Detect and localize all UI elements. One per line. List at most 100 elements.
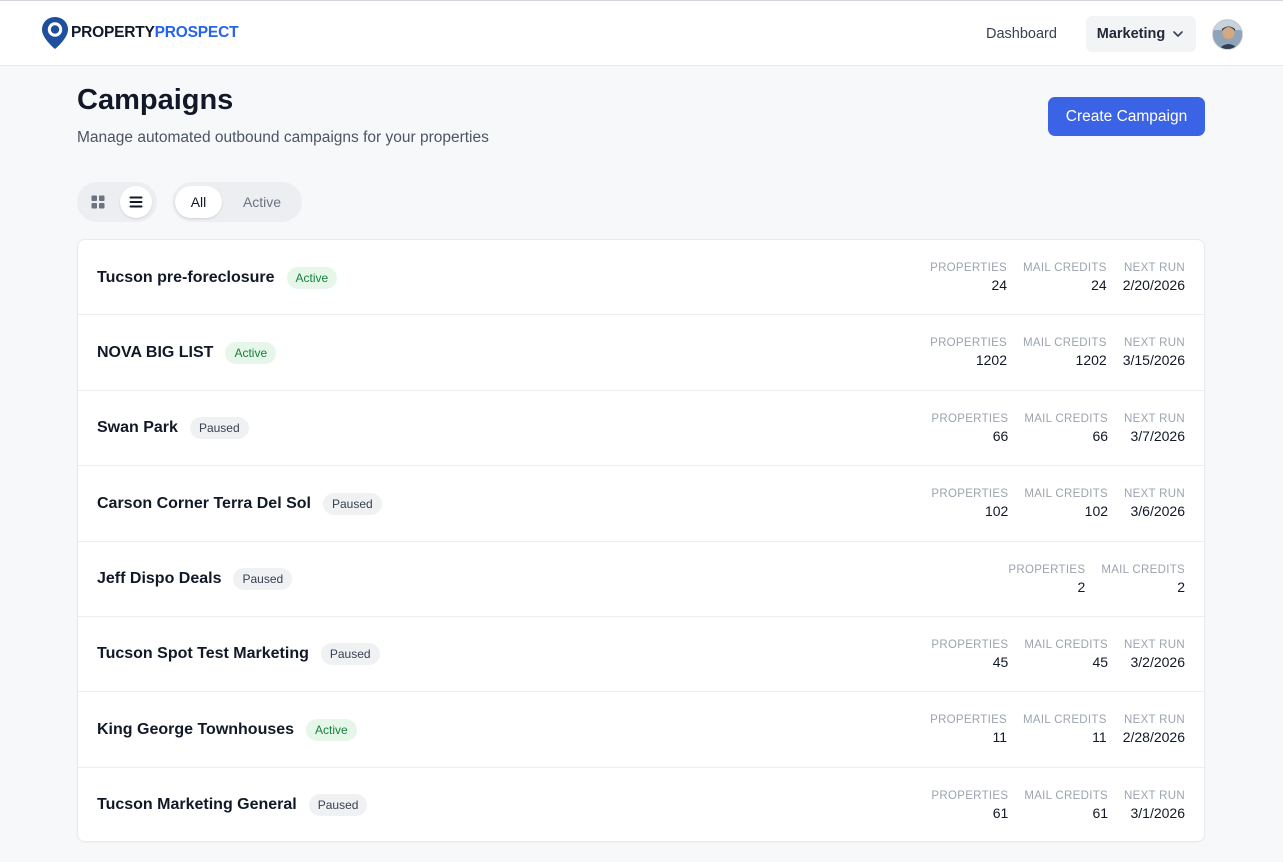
stat-mail-credits-value: 61: [1092, 804, 1109, 821]
status-badge: Paused: [320, 643, 380, 666]
stat-next-run-value: 3/1/2026: [1130, 804, 1186, 821]
stat-next-run-label: NEXT RUN: [1124, 262, 1185, 274]
stat-mail-credits: MAIL CREDITS 66: [1024, 412, 1108, 446]
status-badge: Paused: [308, 794, 368, 817]
stat-mail-credits-value: 2: [1177, 578, 1185, 595]
campaign-stats: PROPERTIES 45 MAIL CREDITS 45 NEXT RUN 3…: [931, 638, 1185, 672]
stat-properties-label: PROPERTIES: [930, 714, 1008, 727]
campaign-row[interactable]: Jeff Dispo Deals Paused PROPERTIES 2 MAI…: [78, 542, 1204, 617]
stat-properties-value: 2: [1077, 578, 1086, 595]
nav-dashboard-link[interactable]: Dashboard: [974, 16, 1069, 52]
campaign-stats: PROPERTIES 11 MAIL CREDITS 11 NEXT RUN 2…: [930, 713, 1185, 747]
campaign-row[interactable]: Tucson Spot Test Marketing Paused PROPER…: [78, 617, 1204, 693]
campaign-row[interactable]: Carson Corner Terra Del Sol Paused PROPE…: [78, 466, 1204, 542]
status-badge: Active: [306, 718, 357, 741]
page-title: Campaigns: [77, 84, 234, 116]
stat-mail-credits-label: MAIL CREDITS: [1024, 789, 1109, 802]
stat-properties-label: PROPERTIES: [931, 488, 1009, 501]
stat-next-run-label: NEXT RUN: [1124, 488, 1185, 501]
stat-mail-credits: MAIL CREDITS 102: [1024, 487, 1108, 521]
stat-properties-value: 102: [984, 503, 1009, 520]
stat-next-run: NEXT RUN 3/1/2026: [1124, 789, 1185, 823]
list-icon: [129, 196, 143, 208]
grid-view-button[interactable]: [82, 186, 114, 218]
campaign-stats: PROPERTIES 61 MAIL CREDITS 61 NEXT RUN 3…: [931, 789, 1185, 823]
view-mode-toggle: [77, 182, 157, 222]
stat-properties-label: PROPERTIES: [930, 262, 1008, 274]
stat-mail-credits: MAIL CREDITS 61: [1024, 789, 1108, 823]
stat-mail-credits-value: 11: [1092, 729, 1107, 746]
stat-mail-credits: MAIL CREDITS 11: [1023, 713, 1107, 747]
stat-next-run-label: NEXT RUN: [1124, 638, 1185, 651]
stat-properties-value: 61: [992, 804, 1009, 821]
campaign-row[interactable]: Tucson Marketing General Paused PROPERTI…: [78, 768, 1204, 841]
stat-next-run-label: NEXT RUN: [1124, 412, 1185, 425]
stat-mail-credits-label: MAIL CREDITS: [1023, 337, 1107, 350]
campaign-name: King George Townhouses: [97, 720, 295, 738]
nav-marketing-label: Marketing: [1096, 26, 1166, 42]
campaign-list: Tucson pre-foreclosure Active PROPERTIES…: [77, 239, 1205, 842]
stat-properties: PROPERTIES 1202: [930, 336, 1007, 370]
stat-properties: PROPERTIES 66: [931, 412, 1008, 446]
stat-mail-credits-label: MAIL CREDITS: [1024, 638, 1109, 651]
stat-next-run-value: 3/6/2026: [1130, 503, 1186, 520]
campaign-name: Tucson Marketing General: [97, 796, 297, 814]
stat-mail-credits-label: MAIL CREDITS: [1024, 488, 1109, 501]
campaign-stats: PROPERTIES 24 MAIL CREDITS 24 NEXT RUN 2…: [930, 261, 1185, 295]
campaign-stats: PROPERTIES 102 MAIL CREDITS 102 NEXT RUN…: [931, 487, 1185, 521]
stat-next-run-value: 3/2/2026: [1130, 653, 1186, 670]
stat-properties-value: 24: [991, 277, 1008, 293]
stat-next-run-label: NEXT RUN: [1124, 337, 1185, 350]
stat-mail-credits: MAIL CREDITS 2: [1101, 563, 1185, 597]
stat-mail-credits: MAIL CREDITS 1202: [1023, 336, 1107, 370]
campaign-row[interactable]: Swan Park Paused PROPERTIES 66 MAIL CRED…: [78, 391, 1204, 467]
campaign-stats: PROPERTIES 66 MAIL CREDITS 66 NEXT RUN 3…: [931, 412, 1185, 446]
campaign-name: Tucson Spot Test Marketing: [97, 645, 309, 663]
status-badge: Active: [225, 341, 277, 364]
campaign-name: Tucson pre-foreclosure: [97, 268, 275, 286]
campaign-name: NOVA BIG LIST: [97, 343, 214, 361]
stat-properties: PROPERTIES 2: [1008, 563, 1085, 597]
stat-properties: PROPERTIES 11: [930, 713, 1007, 747]
stat-properties-value: 11: [992, 729, 1008, 746]
campaign-stats: PROPERTIES 2 MAIL CREDITS 2: [1008, 563, 1185, 597]
stat-next-run: NEXT RUN 2/28/2026: [1123, 713, 1185, 747]
stat-mail-credits-value: 102: [1084, 503, 1109, 520]
campaign-name: Jeff Dispo Deals: [97, 570, 222, 588]
stat-properties: PROPERTIES 24: [930, 261, 1007, 295]
stat-mail-credits-label: MAIL CREDITS: [1101, 563, 1185, 576]
create-campaign-button[interactable]: Create Campaign: [1048, 97, 1205, 136]
status-badge: Active: [286, 266, 338, 289]
stat-next-run: NEXT RUN 3/2/2026: [1124, 638, 1185, 672]
stat-next-run-value: 3/15/2026: [1122, 352, 1185, 369]
user-avatar[interactable]: [1212, 19, 1243, 50]
campaign-name: Carson Corner Terra Del Sol: [97, 494, 311, 512]
brand-name-part1: PROPERTY: [71, 24, 155, 41]
campaign-name: Swan Park: [97, 419, 178, 437]
status-filter-toggle: All Active: [172, 182, 302, 222]
stat-mail-credits-value: 45: [1092, 653, 1109, 670]
stat-properties: PROPERTIES 102: [931, 487, 1008, 521]
brand-logo[interactable]: PROPERTY PROSPECT: [41, 17, 239, 49]
campaign-row[interactable]: NOVA BIG LIST Active PROPERTIES 1202 MAI…: [78, 315, 1204, 391]
stat-properties-value: 45: [992, 653, 1009, 670]
stat-next-run-label: NEXT RUN: [1124, 714, 1185, 727]
stat-properties-label: PROPERTIES: [931, 789, 1009, 802]
status-badge: Paused: [322, 492, 382, 515]
stat-properties-label: PROPERTIES: [931, 412, 1009, 425]
campaign-row[interactable]: Tucson pre-foreclosure Active PROPERTIES…: [78, 240, 1204, 316]
top-navigation-bar: PROPERTY PROSPECT Dashboard Marketing: [0, 0, 1283, 66]
stat-next-run-label: NEXT RUN: [1124, 789, 1185, 802]
filter-active-button[interactable]: Active: [232, 186, 292, 218]
stat-next-run: NEXT RUN 2/20/2026: [1123, 261, 1185, 295]
brand-name-part2: PROSPECT: [154, 24, 239, 41]
list-view-button[interactable]: [120, 186, 152, 218]
stat-mail-credits: MAIL CREDITS 24: [1023, 261, 1107, 295]
stat-properties-label: PROPERTIES: [931, 638, 1009, 651]
campaign-row[interactable]: King George Townhouses Active PROPERTIES…: [78, 692, 1204, 768]
filter-all-button[interactable]: All: [175, 186, 222, 218]
nav-marketing-dropdown[interactable]: Marketing: [1086, 16, 1196, 52]
stat-mail-credits-label: MAIL CREDITS: [1024, 412, 1109, 425]
stat-next-run-value: 3/7/2026: [1130, 427, 1186, 444]
stat-properties-label: PROPERTIES: [1008, 563, 1086, 576]
